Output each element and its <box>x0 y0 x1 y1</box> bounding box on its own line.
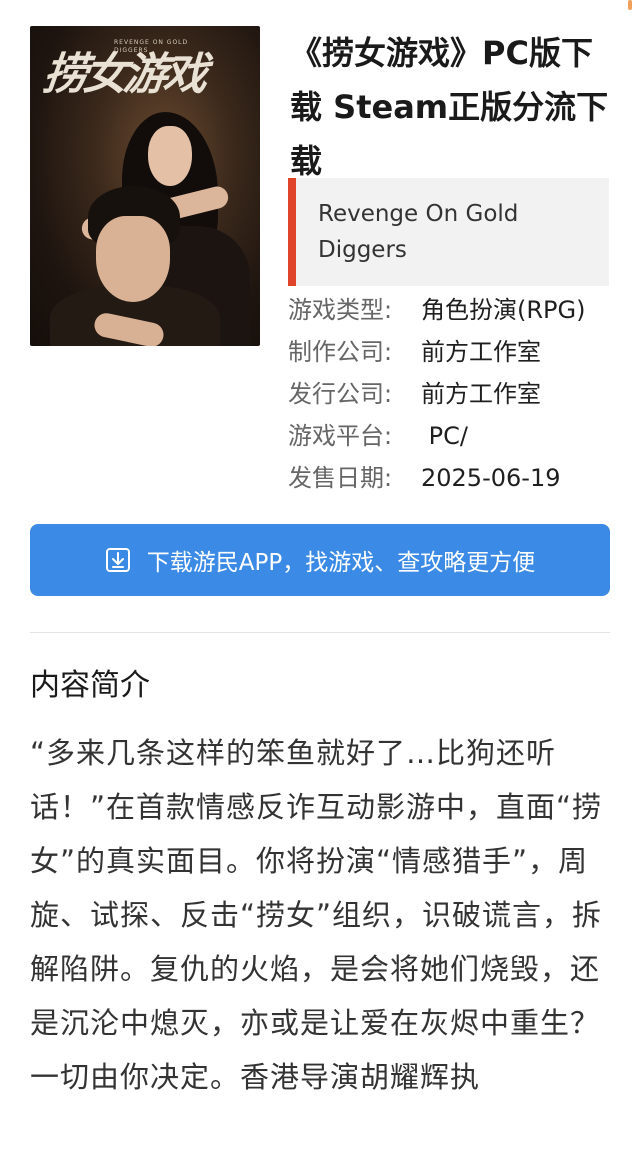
info-value: 2025-06-19 <box>421 464 561 492</box>
info-value: 角色扮演(RPG) <box>421 296 586 324</box>
alt-title: Revenge On Gold Diggers <box>318 201 519 263</box>
edge-decoration <box>628 0 632 10</box>
intro-text: “多来几条这样的笨鱼就好了…比狗还听话！”在首款情感反诈互动影游中，直面“捞女”… <box>30 736 603 1094</box>
info-label: 发行公司: <box>288 380 393 408</box>
game-cover-image[interactable]: 捞女游戏 REVENGE ON GOLD DIGGERS <box>30 26 260 346</box>
info-label: 制作公司: <box>288 338 393 366</box>
section-title: 内容简介 <box>30 668 150 703</box>
info-row-publisher: 发行公司: 前方工作室 <box>288 374 541 412</box>
info-label: 游戏平台: <box>288 422 393 450</box>
cover-figure-woman-face <box>148 126 192 186</box>
info-row-platform: 游戏平台: PC/ <box>288 416 468 454</box>
alt-title-box: Revenge On Gold Diggers <box>288 178 609 286</box>
game-title: 《捞女游戏》PC版下载 Steam正版分流下载 <box>290 34 609 180</box>
download-icon <box>105 548 130 572</box>
download-app-label: 下载游民APP，找游戏、查攻略更方便 <box>146 550 536 576</box>
info-row-genre: 游戏类型: 角色扮演(RPG) <box>288 290 585 328</box>
info-row-developer: 制作公司: 前方工作室 <box>288 332 541 370</box>
cover-subtitle-logo: REVENGE ON GOLD DIGGERS <box>114 39 189 54</box>
section-divider <box>30 632 610 633</box>
download-app-button[interactable]: 下载游民APP，找游戏、查攻略更方便 <box>30 524 610 596</box>
info-label: 游戏类型: <box>288 296 393 324</box>
cover-figure-man-face <box>96 216 170 302</box>
info-value: 前方工作室 <box>421 338 541 366</box>
info-label: 发售日期: <box>288 464 393 492</box>
info-row-release-date: 发售日期: 2025-06-19 <box>288 458 560 496</box>
info-value: 前方工作室 <box>421 380 541 408</box>
info-value: PC/ <box>421 422 468 450</box>
